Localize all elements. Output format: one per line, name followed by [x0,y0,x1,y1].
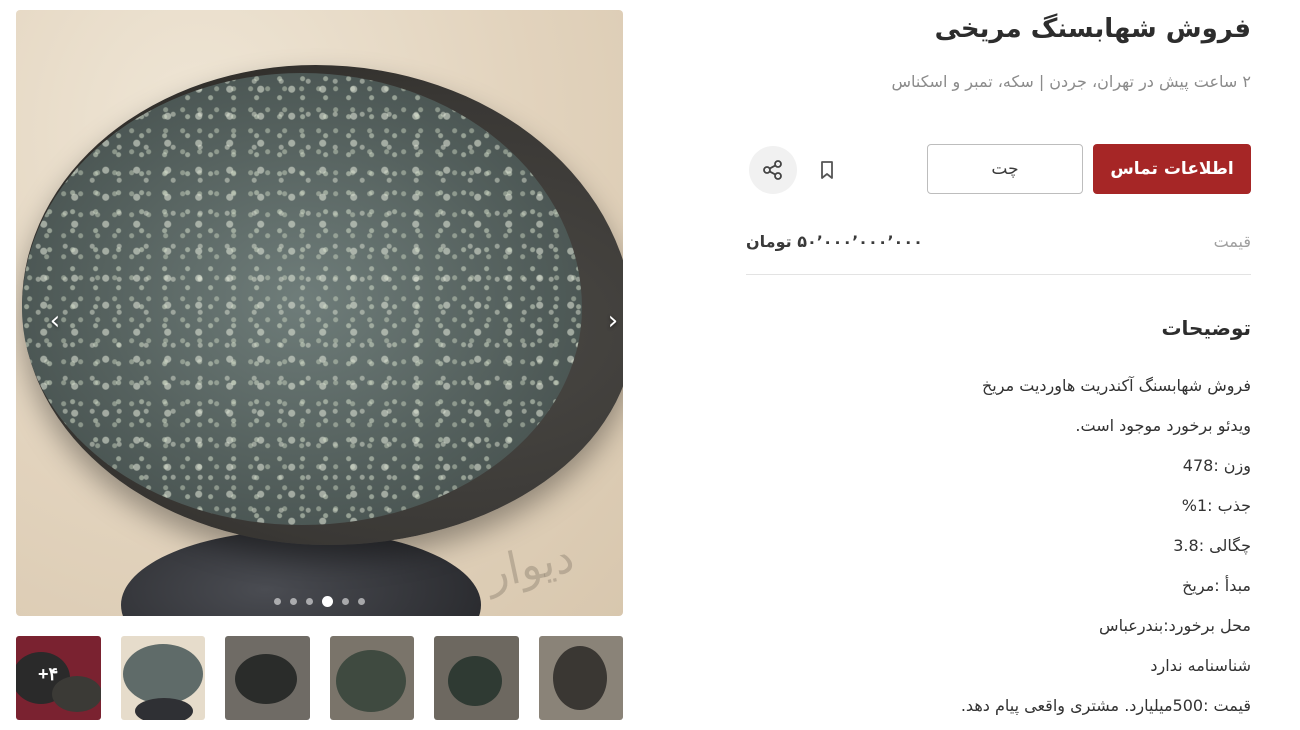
carousel-dot-active[interactable] [322,596,333,607]
price-row: قیمت ۵۰٬۰۰۰٬۰۰۰٬۰۰۰ تومان [746,226,1251,275]
description-line: وزن :478 [1182,456,1251,475]
price-value: ۵۰٬۰۰۰٬۰۰۰٬۰۰۰ تومان [746,232,923,251]
thumbnail[interactable] [434,636,519,720]
main-image[interactable]: دیوار ‹ › [16,10,623,616]
carousel-dot[interactable] [290,598,297,605]
share-icon [763,160,782,180]
bookmark-icon [821,161,833,179]
description-line: شناسنامه ندارد [1150,656,1251,675]
price-label: قیمت [1213,232,1251,251]
thumbnail[interactable] [538,636,623,720]
watermark: دیوار [481,531,579,600]
carousel-dots [16,596,623,607]
chevron-left-icon: ‹ [49,306,61,336]
thumbnail-more[interactable]: +۴ [16,636,101,720]
bookmark-button[interactable] [803,146,851,194]
chat-button[interactable]: چت [927,144,1083,194]
description-body: فروش شهابسنگ آکندریت هاوردیت مریخ ویدئو … [746,368,1251,728]
next-image-button[interactable]: › [598,306,623,336]
listing-title: فروش شهابسنگ مریخی [934,14,1251,44]
listing-meta: ۲ ساعت پیش در تهران، جردن | سکه، تمبر و … [891,72,1251,91]
prev-image-button[interactable]: ‹ [40,306,70,336]
carousel-dot[interactable] [306,598,313,605]
thumbnail[interactable] [225,636,310,720]
meteorite-stone-image [22,65,623,545]
description-line: مبدأ :مریخ [1182,576,1251,595]
thumbnail[interactable] [120,636,205,720]
description-title: توضیحات [1161,316,1251,340]
chevron-right-icon: › [607,306,619,336]
description-line: فروش شهابسنگ آکندریت هاوردیت مریخ [981,376,1251,395]
thumbnail[interactable] [329,636,414,720]
description-line: محل برخورد:بندرعباس [1099,616,1251,635]
description-line: قیمت :500میلیارد. مشتری واقعی پیام دهد. [960,696,1251,715]
contact-info-button[interactable]: اطلاعات تماس [1093,144,1251,194]
carousel-dot[interactable] [342,598,349,605]
description-line: چگالی :3.8 [1173,536,1251,555]
stone-cut-face [22,73,582,525]
thumbnail-strip: +۴ [16,636,623,720]
carousel-dot[interactable] [358,598,365,605]
description-line: ویدئو برخورد موجود است. [1075,416,1251,435]
carousel-dot[interactable] [274,598,281,605]
share-button[interactable] [749,146,797,194]
description-line: جذب :1% [1181,496,1251,515]
more-images-label: +۴ [38,664,59,684]
